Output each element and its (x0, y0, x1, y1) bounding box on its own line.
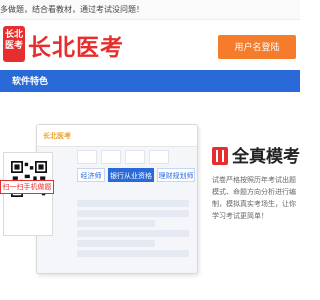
logo-seal-icon[interactable]: 长北 医考 (3, 26, 25, 62)
list-item (77, 210, 189, 217)
preview-card (149, 150, 169, 164)
list-item (77, 200, 189, 207)
announcement-bar: 多做题，结合看教材，通过考试没问题！ (0, 0, 300, 20)
tab-economist[interactable]: 经济师 (77, 168, 105, 182)
preview-tabs: 经济师 银行从业资格 理财规划师 (77, 168, 197, 182)
qr-card (3, 152, 53, 236)
announcement-text: 多做题，结合看教材，通过考试没问题！ (0, 5, 144, 14)
preview-card (77, 150, 97, 164)
app-preview: 长北医考 经济师 银行从业资格 理财规划师 (36, 124, 198, 274)
list-item (77, 230, 189, 237)
list-item (77, 220, 156, 227)
feature-description: 试卷严格按照历年考试出题模式、命题方向分析进行编制，模拟真实考场生，让你学习考试… (212, 176, 296, 220)
preview-list (77, 200, 189, 260)
band-label: 软件特色 (12, 77, 49, 87)
feature-title: 全真模考 (232, 147, 300, 167)
preview-card (125, 150, 145, 164)
preview-topbar: 长北医考 (37, 125, 197, 147)
list-item (77, 250, 189, 257)
logo-text[interactable]: 长北医考 (28, 28, 124, 62)
qr-caption: 扫一扫手机做题 (0, 180, 54, 194)
login-button[interactable]: 用户名登陆 (218, 35, 296, 59)
feature-band: 软件特色 (0, 70, 300, 92)
tab-financial-planner[interactable]: 理财规划师 (157, 168, 195, 182)
logo-seal-line-1: 长北 (4, 30, 23, 40)
list-item (77, 240, 156, 247)
preview-logo: 长北医考 (43, 132, 71, 140)
main-content: 长北医考 经济师 银行从业资格 理财规划师 扫一扫手机做题 全真模考 试卷严格按… (0, 92, 300, 300)
preview-card (101, 150, 121, 164)
logo-seal-line-2: 医考 (4, 41, 23, 51)
tab-bank-qualification[interactable]: 银行从业资格 (108, 168, 154, 182)
mock-exam-icon (212, 147, 228, 165)
